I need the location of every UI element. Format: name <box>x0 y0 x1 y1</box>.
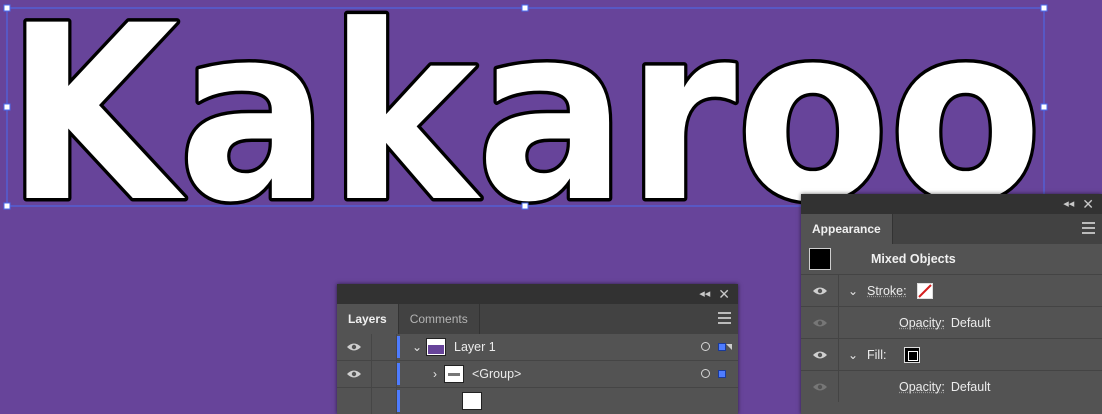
fill-opacity-value: Default <box>950 379 991 394</box>
lock-toggle[interactable] <box>371 388 397 414</box>
layers-panel: ◂◂ ✕ Layers Comments ⌄ Layer 1 › <Group> <box>337 284 738 414</box>
fill-swatch[interactable] <box>904 346 921 363</box>
layer-row-layer1[interactable]: ⌄ Layer 1 <box>337 334 738 361</box>
selection-handle-tr[interactable] <box>1040 4 1048 12</box>
selection-indicator[interactable] <box>718 370 726 378</box>
selection-handle-ml[interactable] <box>3 103 11 111</box>
object-swatch <box>809 248 831 270</box>
stroke-opacity-label[interactable]: Opacity: <box>899 316 945 330</box>
lock-toggle[interactable] <box>371 334 397 360</box>
visibility-eye-icon[interactable] <box>801 307 839 338</box>
selection-handle-mr[interactable] <box>1040 103 1048 111</box>
stroke-row[interactable]: ⌄ Stroke: <box>801 275 1102 307</box>
layer-row-group[interactable]: › <Group> <box>337 361 738 388</box>
visibility-eye-icon[interactable] <box>801 371 839 402</box>
chevron-right-icon[interactable]: › <box>426 367 444 381</box>
selection-handle-bl[interactable] <box>3 202 11 210</box>
appearance-header-row: Mixed Objects <box>801 244 1102 275</box>
layers-tab-strip: Layers Comments <box>337 304 738 334</box>
layer-color-strip <box>397 363 400 385</box>
chevron-down-icon[interactable]: ⌄ <box>839 348 867 362</box>
fill-label[interactable]: Fill: <box>867 348 886 362</box>
tab-layers[interactable]: Layers <box>337 304 399 334</box>
visibility-eye-icon[interactable] <box>337 342 371 352</box>
target-circle-icon[interactable] <box>701 342 710 351</box>
layer-row-partial[interactable] <box>337 388 738 414</box>
appearance-header: Mixed Objects <box>871 252 956 266</box>
close-panel-icon[interactable]: ✕ <box>1082 197 1094 211</box>
stroke-swatch-none[interactable] <box>916 282 933 299</box>
fill-opacity-label[interactable]: Opacity: <box>899 380 945 394</box>
collapse-panel-icon[interactable]: ◂◂ <box>1063 198 1074 210</box>
selection-handle-tc[interactable] <box>521 4 529 12</box>
layer-color-strip <box>397 390 400 412</box>
layers-panel-titlebar[interactable]: ◂◂ ✕ <box>337 284 738 304</box>
stroke-label[interactable]: Stroke: <box>867 284 907 298</box>
group-name[interactable]: <Group> <box>472 367 521 381</box>
selection-handle-bc[interactable] <box>521 202 529 210</box>
stroke-opacity-row[interactable]: Opacity: Default <box>801 307 1102 339</box>
tab-comments[interactable]: Comments <box>399 304 480 334</box>
layer-name[interactable]: Layer 1 <box>454 340 496 354</box>
lock-toggle[interactable] <box>371 361 397 387</box>
selection-handle-tl[interactable] <box>3 4 11 12</box>
close-panel-icon[interactable]: ✕ <box>718 287 730 301</box>
panel-menu-icon[interactable] <box>718 312 731 327</box>
selection-indicator[interactable] <box>718 343 726 351</box>
group-thumbnail <box>444 365 464 383</box>
appearance-panel: ◂◂ ✕ Appearance Mixed Objects ⌄ Stroke: … <box>801 194 1102 414</box>
visibility-eye-icon[interactable] <box>801 275 839 306</box>
layer-color-strip <box>397 336 400 358</box>
tab-appearance[interactable]: Appearance <box>801 214 893 244</box>
appearance-tab-strip: Appearance <box>801 214 1102 244</box>
collapse-panel-icon[interactable]: ◂◂ <box>699 288 710 300</box>
target-circle-icon[interactable] <box>701 369 710 378</box>
layer-thumbnail <box>426 338 446 356</box>
stroke-opacity-value: Default <box>950 315 991 330</box>
fill-row[interactable]: ⌄ Fill: <box>801 339 1102 371</box>
appearance-panel-titlebar[interactable]: ◂◂ ✕ <box>801 194 1102 214</box>
visibility-eye-icon[interactable] <box>337 369 371 379</box>
fill-opacity-row[interactable]: Opacity: Default <box>801 371 1102 402</box>
visibility-eye-icon[interactable] <box>801 339 839 370</box>
chevron-down-icon[interactable]: ⌄ <box>408 340 426 354</box>
layer-thumbnail <box>462 392 482 410</box>
panel-menu-icon[interactable] <box>1082 222 1095 237</box>
chevron-down-icon[interactable]: ⌄ <box>839 284 867 298</box>
